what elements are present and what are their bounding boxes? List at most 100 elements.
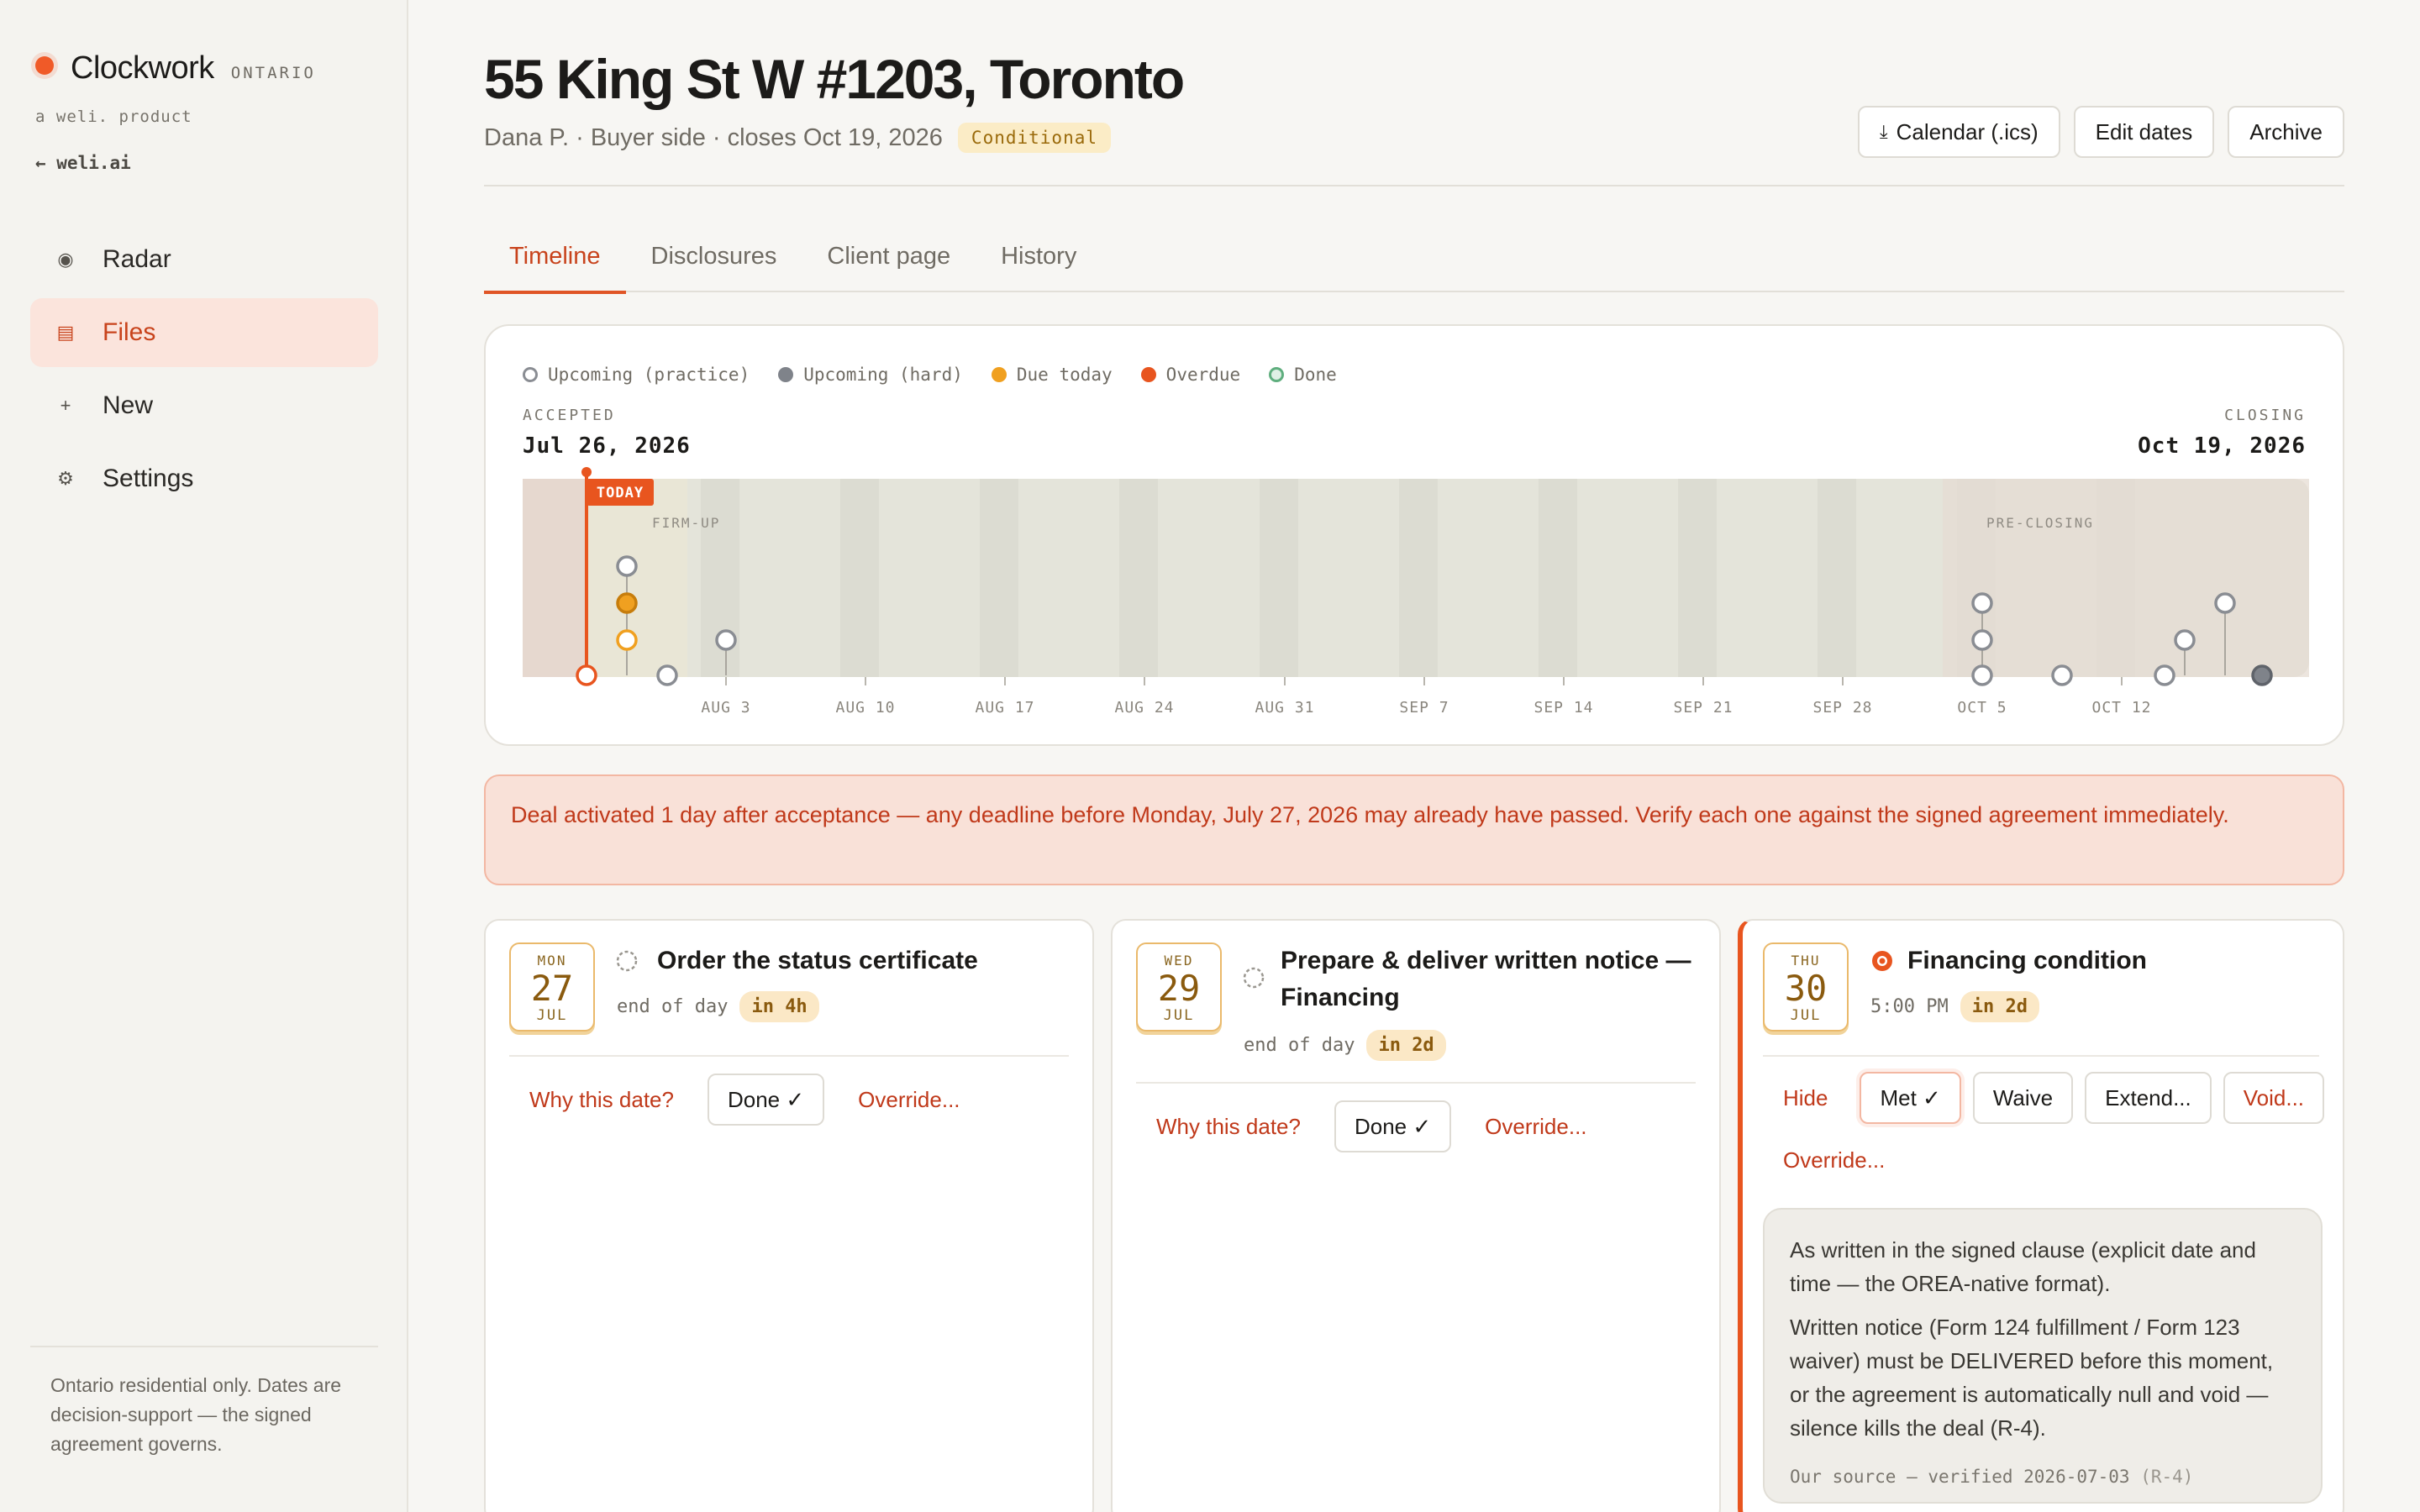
date-dow: MON (537, 953, 567, 969)
header-actions: ⤓ Calendar (.ics) Edit dates Archive (1857, 106, 2344, 158)
legend-dot-icon (778, 367, 794, 382)
legend-label: Done (1294, 365, 1337, 385)
gear-icon: ⚙ (57, 468, 74, 489)
zone-label-firmup: FIRM-UP (652, 515, 720, 531)
weli-link[interactable]: ← weli.ai (35, 153, 131, 173)
axis-tick-label: SEP 28 (1812, 699, 1872, 717)
deadline-marker-due-today (616, 629, 638, 651)
sidebar-item-settings[interactable]: ⚙ Settings (30, 444, 378, 513)
waive-button[interactable]: Waive (1972, 1072, 2074, 1124)
deadline-title: Order the status certificate (657, 947, 978, 974)
card-actions: Hide Met ✓ Waive Extend... Void... Overr… (1763, 1072, 2334, 1186)
tab-timeline[interactable]: Timeline (484, 220, 626, 294)
brand-tagline: a weli. product (35, 108, 192, 126)
upcoming-status-icon (1243, 967, 1265, 989)
date-day: 30 (1784, 968, 1828, 1009)
calendar-export-button[interactable]: ⤓ Calendar (.ics) (1857, 106, 2060, 158)
sidebar-nav: ◉ Radar ▤ Files + New ⚙ Settings (30, 225, 378, 517)
legend-label: Upcoming (practice) (548, 365, 750, 385)
deadline-meta: end of day in 2d (1244, 1030, 1446, 1061)
deadline-marker-due-today (616, 592, 638, 614)
weekend-stripe (1678, 479, 1717, 677)
clause-note-1: As written in the signed clause (explici… (1790, 1237, 2256, 1296)
firmup-zone (587, 479, 687, 677)
why-this-date-link[interactable]: Why this date? (509, 1074, 694, 1126)
date-month: JUL (1790, 1007, 1822, 1024)
page-title: 55 King St W #1203, Toronto (484, 48, 1185, 110)
timeline-card: Upcoming (practice) Upcoming (hard) Due … (484, 324, 2344, 746)
due-pill: in 2d (1366, 1030, 1446, 1061)
deadline-marker (656, 664, 678, 686)
closing-marker (2251, 664, 2273, 686)
why-this-date-link[interactable]: Why this date? (1136, 1100, 1321, 1152)
axis-tick-label: AUG 10 (835, 699, 895, 717)
source-ref: (R-4) (2140, 1467, 2194, 1487)
sidebar-item-label: Files (103, 318, 156, 346)
legend-label: Overdue (1165, 365, 1241, 385)
due-pill: in 2d (1960, 991, 2039, 1022)
sidebar-item-radar[interactable]: ◉ Radar (30, 225, 378, 294)
deadline-title: Prepare & deliver written notice — Finan… (1281, 947, 1691, 1011)
brand[interactable]: Clockwork ONTARIO (35, 50, 316, 87)
tab-bar: Timeline Disclosures Client page History (484, 220, 2344, 294)
sidebar-item-new[interactable]: + New (30, 371, 378, 440)
date-badge: THU 30 JUL (1763, 942, 1849, 1032)
sidebar-item-label: Settings (103, 465, 194, 492)
card-divider (1763, 1055, 2319, 1057)
deadline-card-status-certificate: MON 27 JUL Order the status certificate … (484, 919, 1094, 1512)
sidebar-item-files[interactable]: ▤ Files (30, 298, 378, 367)
edit-dates-button[interactable]: Edit dates (2073, 106, 2215, 158)
brand-name: Clockwork (71, 50, 214, 86)
date-month: JUL (536, 1007, 568, 1024)
override-link[interactable]: Override... (1465, 1100, 1607, 1152)
today-label: TODAY (597, 485, 644, 501)
sidebar: Clockwork ONTARIO a weli. product ← weli… (0, 0, 408, 1512)
deadline-time: end of day (617, 996, 729, 1017)
files-icon: ▤ (56, 322, 75, 343)
status-badge: Conditional (957, 123, 1111, 153)
sidebar-item-label: Radar (103, 245, 171, 273)
axis-tick-label: OCT 5 (1957, 699, 2007, 717)
legend-dot-icon (1269, 367, 1285, 382)
void-button[interactable]: Void... (2223, 1072, 2325, 1124)
deadline-card-financing-condition: THU 30 JUL Financing condition 5:00 PM i… (1738, 919, 2344, 1512)
tab-client-page[interactable]: Client page (802, 220, 976, 292)
weekend-stripe (980, 479, 1018, 677)
override-link[interactable]: Override... (838, 1074, 980, 1126)
deadline-marker (1971, 664, 1993, 686)
axis-tick-label: SEP 14 (1534, 699, 1593, 717)
done-button[interactable]: Done ✓ (707, 1074, 825, 1126)
deadline-card-financing-notice: WED 29 JUL Prepare & deliver written not… (1111, 919, 1721, 1512)
radar-icon: ◉ (57, 249, 74, 270)
clause-note-2: Written notice (Form 124 fulfillment / F… (1790, 1315, 2274, 1441)
legend-dot-icon (991, 367, 1007, 382)
deadline-marker (616, 555, 638, 577)
timeline-track[interactable]: FIRM-UP PRE-CLOSING AUG 3 AUG 10 AUG 17 AUG 2… (523, 467, 2309, 717)
axis-tick-label: OCT 12 (2091, 699, 2151, 717)
deadline-marker (2154, 664, 2175, 686)
deadline-marker (1971, 592, 1993, 614)
plus-icon: + (60, 395, 71, 416)
accepted-date: Jul 26, 2026 (523, 433, 691, 459)
done-button[interactable]: Done ✓ (1334, 1100, 1452, 1152)
tab-disclosures[interactable]: Disclosures (626, 220, 802, 292)
preclosing-zone (1943, 479, 2309, 677)
archive-button[interactable]: Archive (2228, 106, 2344, 158)
timeline-legend: Upcoming (practice) Upcoming (hard) Due … (523, 365, 1337, 385)
date-badge: MON 27 JUL (509, 942, 595, 1032)
deadline-marker (2214, 592, 2236, 614)
legend-item-due-today: Due today (991, 365, 1113, 385)
source-text: Our source — verified 2026-07-03 (1790, 1467, 2130, 1487)
deadline-time: 5:00 PM (1870, 996, 1949, 1017)
hide-link[interactable]: Hide (1763, 1072, 1848, 1124)
extend-button[interactable]: Extend... (2085, 1072, 2212, 1124)
brand-logo-icon (35, 56, 54, 75)
tab-history[interactable]: History (976, 220, 1102, 292)
weekend-stripe (1260, 479, 1298, 677)
card-divider (1136, 1082, 1696, 1084)
accepted-caption: ACCEPTED (523, 407, 616, 424)
met-button[interactable]: Met ✓ (1860, 1072, 1961, 1124)
override-link[interactable]: Override... (1763, 1134, 1905, 1186)
legend-label: Due today (1016, 365, 1113, 385)
axis-tick-label: AUG 24 (1114, 699, 1174, 717)
